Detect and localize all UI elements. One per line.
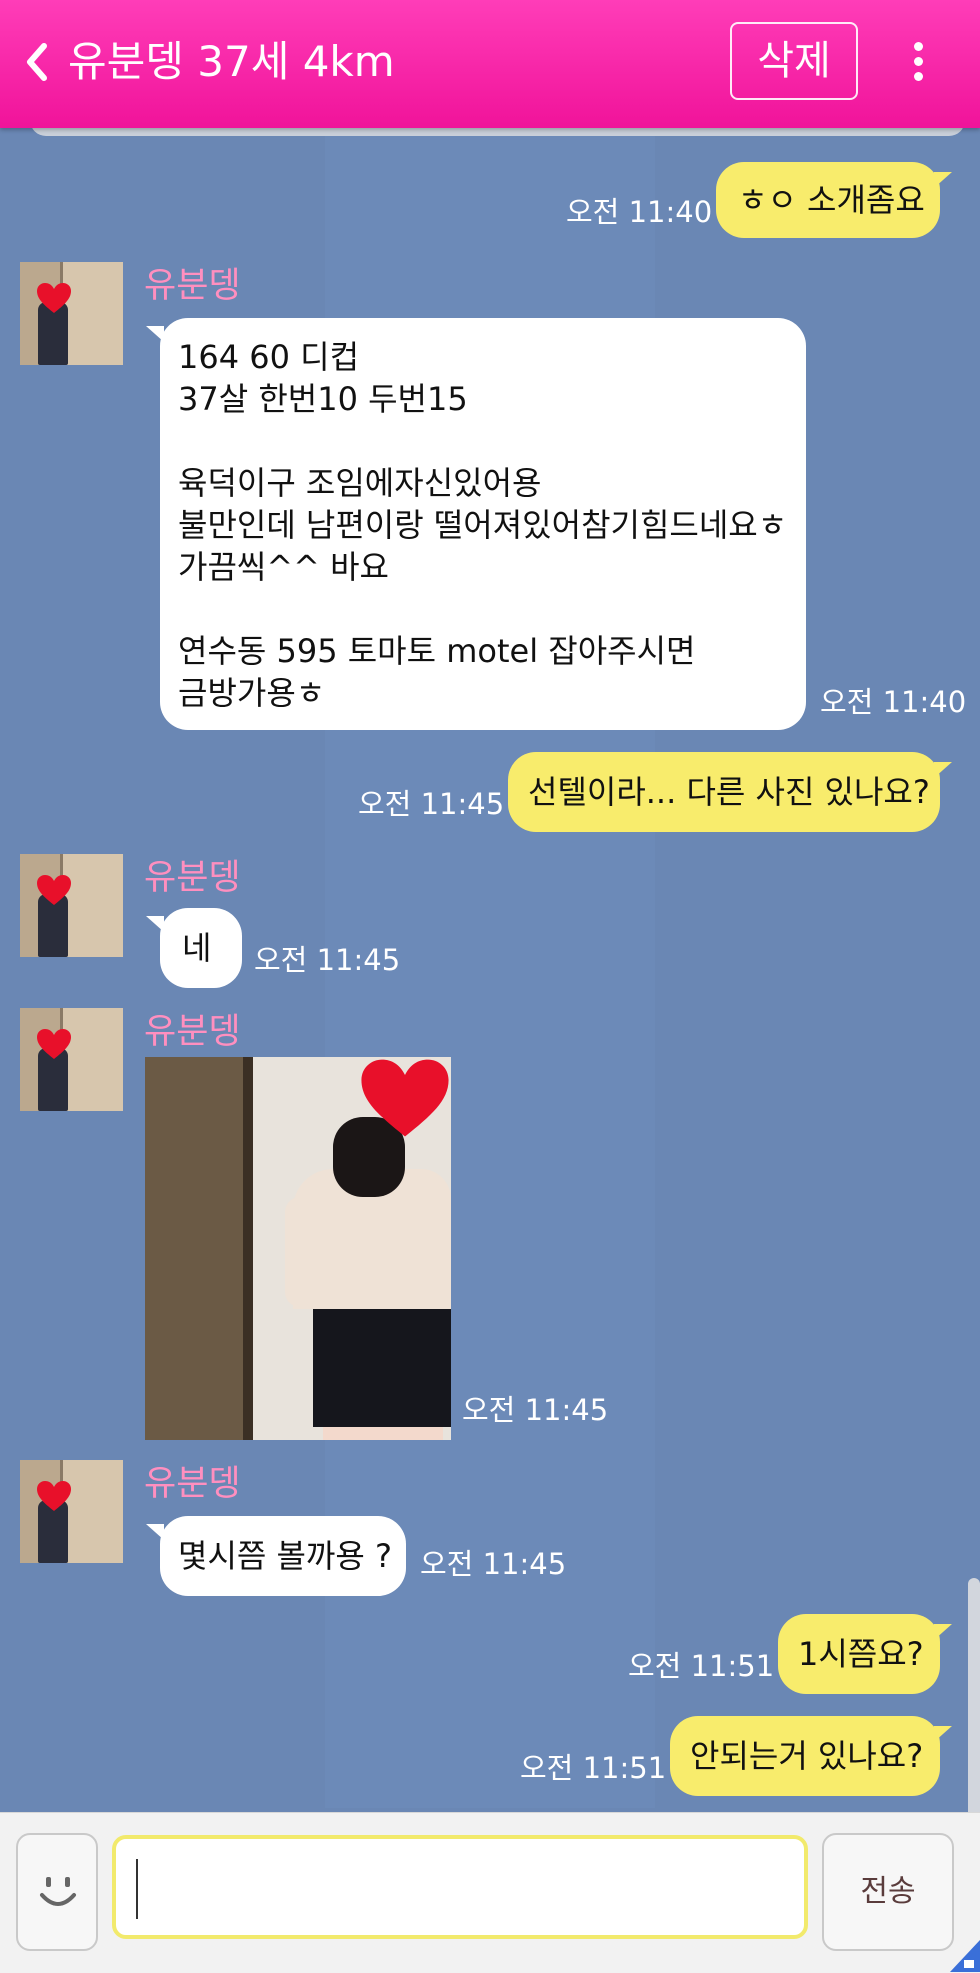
composer-bar: 전송 [0, 1812, 980, 1973]
sender-name: 유분뎅 [144, 266, 241, 306]
message-text: 안되는거 있나요? [690, 1737, 924, 1775]
message-time: 오전 11:45 [358, 787, 505, 821]
message-time: 오전 11:51 [520, 1751, 667, 1785]
message-text: 37살 한번10 두번15 [178, 380, 468, 418]
delete-button[interactable]: 삭제 [730, 22, 858, 100]
message-text: 가끔씩^^ 바요 [178, 548, 389, 586]
message-text: 육덕이구 조임에자신있어용 [178, 464, 542, 502]
send-button[interactable]: 전송 [822, 1833, 954, 1951]
their-message-bubble[interactable]: 네 [146, 908, 242, 988]
sender-name: 유분뎅 [144, 858, 241, 898]
message-input-box[interactable] [112, 1835, 808, 1939]
sender-name: 유분뎅 [144, 1464, 241, 1504]
their-message-bubble[interactable]: 몇시쯤 볼까용 ? [146, 1516, 406, 1596]
photo-message[interactable] [145, 1057, 451, 1440]
share-icon[interactable] [950, 1940, 980, 1972]
message-text: 금방가용ㅎ [178, 674, 326, 712]
my-message-bubble[interactable]: 안되는거 있나요? [670, 1716, 952, 1796]
message-time: 오전 11:40 [566, 195, 713, 229]
sender-name: 유분뎅 [144, 1012, 241, 1052]
my-message-bubble[interactable]: 1시쯤요? [778, 1614, 952, 1694]
message-text: 연수동 595 토마토 motel 잡아주시면 [178, 632, 696, 670]
message-text: 불만인데 남편이랑 떨어져있어참기힘드네요ㅎ [178, 506, 788, 544]
message-input[interactable] [126, 1849, 790, 1927]
avatar[interactable] [20, 1008, 123, 1111]
my-message-bubble[interactable]: ㅎㅇ 소개좀요 [716, 162, 952, 238]
message-time: 오전 11:51 [628, 1649, 775, 1683]
message-text [178, 588, 788, 630]
heart-icon [37, 875, 71, 905]
message-text: 1시쯤요? [798, 1635, 924, 1673]
message-text: 몇시쯤 볼까용 ? [178, 1537, 392, 1575]
heart-icon [37, 1029, 71, 1059]
message-text: ㅎㅇ 소개좀요 [738, 181, 925, 219]
chevron-left-icon [27, 43, 47, 81]
chat-header: 유분뎅 37세 4km 삭제 [0, 0, 980, 128]
heart-icon [37, 283, 71, 313]
emoji-button[interactable] [16, 1833, 98, 1951]
avatar[interactable] [20, 854, 123, 957]
message-time: 오전 11:45 [462, 1393, 609, 1427]
message-time: 오전 11:45 [420, 1547, 567, 1581]
message-text: 164 60 디컵 [178, 338, 360, 376]
more-menu-button[interactable] [900, 36, 936, 86]
avatar[interactable] [20, 1460, 123, 1563]
my-message-bubble[interactable]: 선텔이라... 다른 사진 있나요? [508, 752, 952, 832]
avatar[interactable] [20, 262, 123, 365]
smiley-icon [40, 1877, 76, 1906]
back-button[interactable] [22, 38, 66, 86]
message-time: 오전 11:45 [254, 943, 401, 977]
chat-title: 유분뎅 37세 4km [68, 37, 395, 86]
message-text: 선텔이라... 다른 사진 있나요? [528, 773, 930, 811]
message-text [178, 420, 788, 462]
heart-icon [37, 1481, 71, 1511]
message-time: 오전 11:40 [820, 685, 967, 719]
their-message-bubble[interactable]: 164 60 디컵 37살 한번10 두번15 육덕이구 조임에자신있어용 불만… [146, 318, 806, 730]
message-text: 네 [182, 929, 212, 967]
heart-icon [361, 1059, 449, 1137]
